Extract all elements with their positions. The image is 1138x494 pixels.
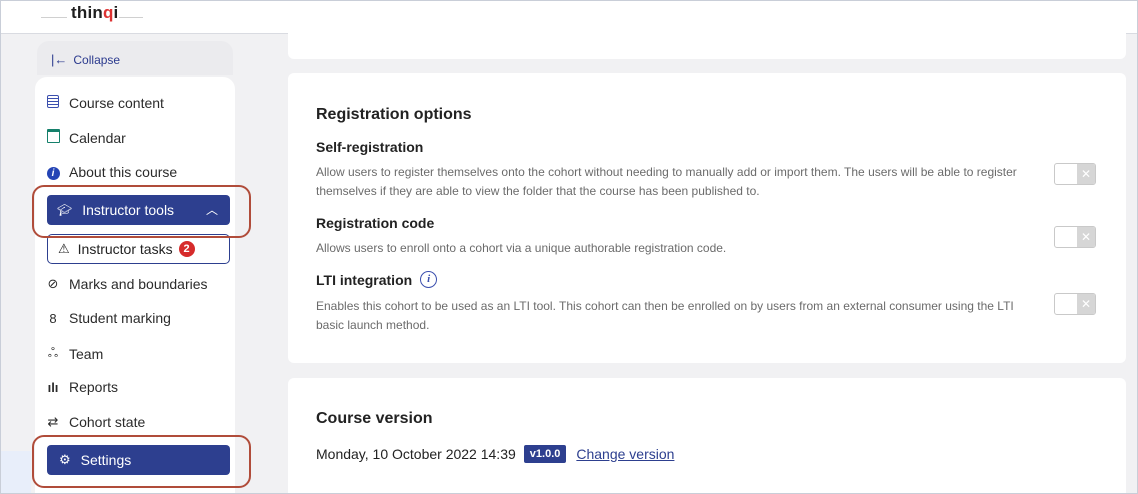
sidebar-item-label: Reports bbox=[69, 379, 119, 395]
task-count-badge: 2 bbox=[178, 241, 195, 257]
lti-integration-toggle[interactable]: ✕ bbox=[1054, 293, 1096, 315]
sidebar: |← Collapse Course content Calendar i Abo… bbox=[31, 39, 251, 493]
sidebar-item-marks[interactable]: ⊘ Marks and boundaries bbox=[45, 276, 208, 292]
option-title: Self-registration bbox=[316, 139, 424, 155]
option-title: LTI integration i bbox=[316, 271, 438, 288]
option-title: Registration code bbox=[316, 215, 435, 231]
version-date: Monday, 10 October 2022 14:39 bbox=[316, 446, 516, 462]
section-heading: Course version bbox=[316, 410, 433, 427]
collapse-area: |← Collapse bbox=[37, 41, 233, 75]
check-circle-icon: ⊘ bbox=[47, 276, 59, 291]
person-icon: 8 bbox=[49, 310, 57, 326]
collapse-button[interactable]: |← Collapse bbox=[51, 52, 120, 67]
sidebar-item-label: Calendar bbox=[69, 129, 126, 146]
state-icon: ⇄ bbox=[47, 414, 59, 429]
sidebar-item-calendar[interactable]: Calendar bbox=[45, 129, 126, 146]
collapse-arrow-icon: |← bbox=[51, 52, 68, 67]
registration-code-toggle[interactable]: ✕ bbox=[1054, 226, 1096, 248]
app-window: thinqi |← Collapse Course content Calenda… bbox=[0, 0, 1138, 494]
sidebar-item-label: Cohort state bbox=[69, 414, 146, 430]
close-icon: ✕ bbox=[1077, 294, 1095, 314]
course-version-card: Course version Monday, 10 October 2022 1… bbox=[288, 378, 1126, 493]
close-icon: ✕ bbox=[1077, 164, 1095, 184]
logo-rule-right bbox=[119, 17, 143, 18]
previous-section-card bbox=[288, 21, 1126, 59]
calendar-icon bbox=[45, 129, 61, 146]
sidebar-item-label: Team bbox=[69, 345, 104, 362]
sidebar-nav: Course content Calendar i About this cou… bbox=[35, 77, 235, 493]
highlight-ring-instructor-tools bbox=[32, 185, 251, 238]
course-content-icon bbox=[45, 95, 61, 111]
logo-rule-left bbox=[41, 17, 67, 18]
option-description: Allows users to enroll onto a cohort via… bbox=[316, 241, 727, 255]
warning-icon: ⚠︎ bbox=[58, 241, 70, 256]
close-icon: ✕ bbox=[1077, 227, 1095, 247]
bar-chart-icon: ılı bbox=[47, 379, 59, 395]
option-description: Allow users to register themselves onto … bbox=[316, 165, 1017, 198]
thinqi-logo[interactable]: thinqi bbox=[71, 3, 118, 23]
sidebar-item-about[interactable]: i About this course bbox=[45, 164, 177, 180]
info-icon: i bbox=[45, 164, 61, 180]
registration-options-card: Registration options Self-registration A… bbox=[288, 73, 1126, 363]
sidebar-item-reports[interactable]: ılı Reports bbox=[45, 379, 118, 395]
highlight-ring-settings bbox=[32, 435, 251, 488]
sidebar-item-label: About this course bbox=[69, 164, 178, 180]
sidebar-item-label: Student marking bbox=[69, 310, 171, 326]
change-version-link[interactable]: Change version bbox=[576, 446, 674, 462]
sidebar-item-instructor-tasks[interactable]: ⚠︎ Instructor tasks 2 bbox=[47, 234, 230, 264]
sidebar-item-label: Marks and boundaries bbox=[69, 276, 208, 292]
info-icon[interactable]: i bbox=[420, 271, 438, 288]
sidebar-item-cohort-state[interactable]: ⇄ Cohort state bbox=[45, 414, 146, 430]
team-icon: ஃ bbox=[47, 345, 59, 360]
sidebar-item-student-marking[interactable]: 8 Student marking bbox=[45, 310, 171, 326]
option-description: Enables this cohort to be used as an LTI… bbox=[316, 299, 1014, 332]
section-heading: Registration options bbox=[316, 106, 472, 123]
sidebar-item-team[interactable]: ஃ Team bbox=[45, 345, 103, 362]
sidebar-item-course-content[interactable]: Course content bbox=[45, 95, 164, 111]
page-edge bbox=[1, 451, 31, 493]
sidebar-item-label: Instructor tasks bbox=[77, 241, 173, 257]
version-row: Monday, 10 October 2022 14:39 v1.0.0 Cha… bbox=[316, 445, 674, 463]
sidebar-item-label: Course content bbox=[69, 95, 164, 111]
version-badge: v1.0.0 bbox=[523, 445, 567, 463]
self-registration-toggle[interactable]: ✕ bbox=[1054, 163, 1096, 185]
collapse-label: Collapse bbox=[73, 53, 121, 67]
